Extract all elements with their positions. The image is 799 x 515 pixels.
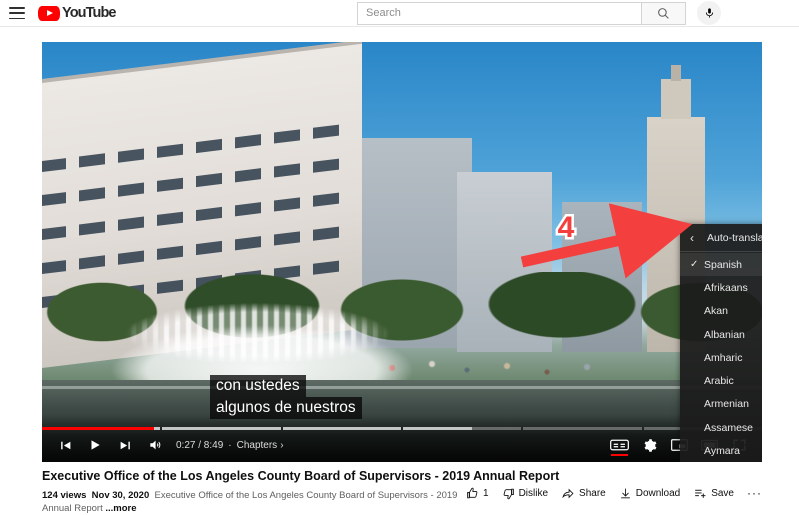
- search-area: [357, 1, 721, 25]
- search-input[interactable]: [366, 7, 641, 19]
- auto-translate-header[interactable]: ‹ Auto-translate: [680, 224, 762, 252]
- search-icon: [658, 7, 669, 19]
- video-info: Executive Office of the Los Angeles Coun…: [42, 468, 762, 515]
- share-arrow-icon: [562, 488, 574, 498]
- cc-active-underline: [611, 454, 628, 456]
- microphone-icon: [705, 8, 713, 18]
- chapters-label: Chapters: [236, 439, 278, 451]
- more-actions-button[interactable]: ···: [747, 486, 762, 500]
- save-button[interactable]: Save: [693, 487, 734, 500]
- next-icon: [120, 441, 130, 449]
- thumbs-up-icon: [467, 487, 478, 498]
- dislike-label: Dislike: [518, 487, 549, 499]
- language-option-amharic[interactable]: Amharic: [680, 346, 762, 369]
- volume-button[interactable]: [140, 430, 170, 460]
- language-list[interactable]: ✓ Spanish Afrikaans Akan Albanian Amhari…: [680, 253, 762, 462]
- language-option-akan[interactable]: Akan: [680, 300, 762, 323]
- chevron-right-icon: ›: [280, 439, 284, 451]
- video-title: Executive Office of the Los Angeles Coun…: [42, 469, 560, 483]
- youtube-logo-text: YouTube: [62, 5, 116, 21]
- time-display: 0:27 / 8:49: [176, 439, 224, 451]
- language-label: Armenian: [704, 398, 749, 411]
- player-controls: 0:27 / 8:49 · Chapters ›: [42, 430, 762, 460]
- language-label: Afrikaans: [704, 281, 748, 294]
- previous-button[interactable]: [50, 430, 80, 460]
- gear-icon: [644, 438, 656, 452]
- chevron-left-icon[interactable]: ‹: [690, 231, 694, 245]
- save-label: Save: [711, 487, 734, 499]
- check-icon: ✓: [690, 259, 699, 271]
- auto-translate-panel[interactable]: ‹ Auto-translate ✓ Spanish Afrikaans Aka…: [680, 224, 762, 462]
- language-option-spanish[interactable]: ✓ Spanish: [680, 253, 762, 277]
- masthead-left: YouTube: [0, 5, 116, 21]
- next-button[interactable]: [110, 430, 140, 460]
- youtube-watch-page: YouTube Search con ustedes algunos de nu…: [0, 0, 799, 515]
- share-label: Share: [579, 487, 606, 499]
- caption-overlay: con ustedes algunos de nuestros: [210, 375, 594, 419]
- language-option-assamese[interactable]: Assamese: [680, 416, 762, 439]
- caption-line: con ustedes: [210, 375, 306, 397]
- youtube-logo[interactable]: YouTube: [38, 5, 116, 21]
- view-count: 124 views: [42, 490, 87, 501]
- language-label: Spanish: [704, 258, 742, 271]
- language-option-afrikaans[interactable]: Afrikaans: [680, 276, 762, 299]
- chapters-button[interactable]: Chapters ›: [237, 440, 284, 451]
- previous-icon: [60, 441, 70, 449]
- voice-search-button[interactable]: [697, 1, 721, 25]
- volume-icon: [150, 440, 161, 450]
- dislike-button[interactable]: Dislike: [502, 487, 548, 500]
- search-button[interactable]: [642, 1, 686, 25]
- download-button[interactable]: Download: [619, 487, 680, 500]
- language-label: Aymara: [704, 445, 740, 458]
- video-player[interactable]: con ustedes algunos de nuestros 0:27 / 8…: [42, 42, 762, 462]
- language-label: Amharic: [704, 351, 743, 364]
- language-label: Assamese: [704, 421, 754, 434]
- settings-button[interactable]: [634, 430, 664, 460]
- save-playlist-icon: [695, 489, 706, 498]
- masthead: YouTube: [0, 0, 799, 27]
- play-icon: [91, 440, 100, 450]
- video-actions: 1 Dislike Share Download Save ···: [466, 486, 762, 500]
- like-count: 1: [483, 487, 489, 499]
- auto-translate-title: Auto-translate: [707, 231, 762, 244]
- language-label: Albanian: [704, 328, 745, 341]
- language-option-armenian[interactable]: Armenian: [680, 393, 762, 416]
- show-more-button[interactable]: ...more: [105, 503, 136, 514]
- share-button[interactable]: Share: [561, 487, 606, 500]
- like-button[interactable]: 1: [466, 487, 489, 500]
- language-label: Akan: [704, 305, 728, 318]
- time-separator: ·: [228, 439, 232, 451]
- download-icon: [620, 488, 630, 498]
- language-option-albanian[interactable]: Albanian: [680, 323, 762, 346]
- search-box[interactable]: [357, 1, 642, 25]
- download-label: Download: [635, 487, 681, 499]
- language-label: Arabic: [704, 375, 734, 388]
- closed-captions-icon: [609, 439, 629, 451]
- upload-date: Nov 30, 2020: [91, 490, 150, 501]
- play-button[interactable]: [80, 430, 110, 460]
- language-option-arabic[interactable]: Arabic: [680, 369, 762, 392]
- language-option-aymara[interactable]: Aymara: [680, 439, 762, 462]
- youtube-play-icon: [38, 5, 60, 21]
- subtitles-button[interactable]: [604, 430, 634, 460]
- hamburger-icon[interactable]: [8, 6, 26, 20]
- thumbs-down-icon: [503, 488, 514, 499]
- video-meta: 124 views Nov 30, 2020 Executive Office …: [42, 489, 462, 515]
